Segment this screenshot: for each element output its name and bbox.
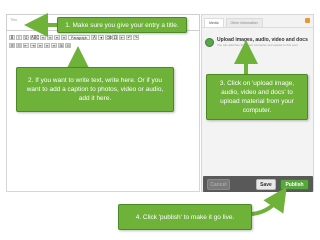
- callout-step-2: 2. If you want to write text, write here…: [16, 67, 174, 112]
- callout-step-3: 3. Click on 'upload image, audio, video …: [206, 74, 308, 120]
- callout-step-4: 4. Click 'publish' to make it go live.: [118, 204, 252, 230]
- arrow-to-publish: [251, 187, 287, 216]
- callout-step-1: 1. Make sure you give your entry a title…: [57, 17, 187, 33]
